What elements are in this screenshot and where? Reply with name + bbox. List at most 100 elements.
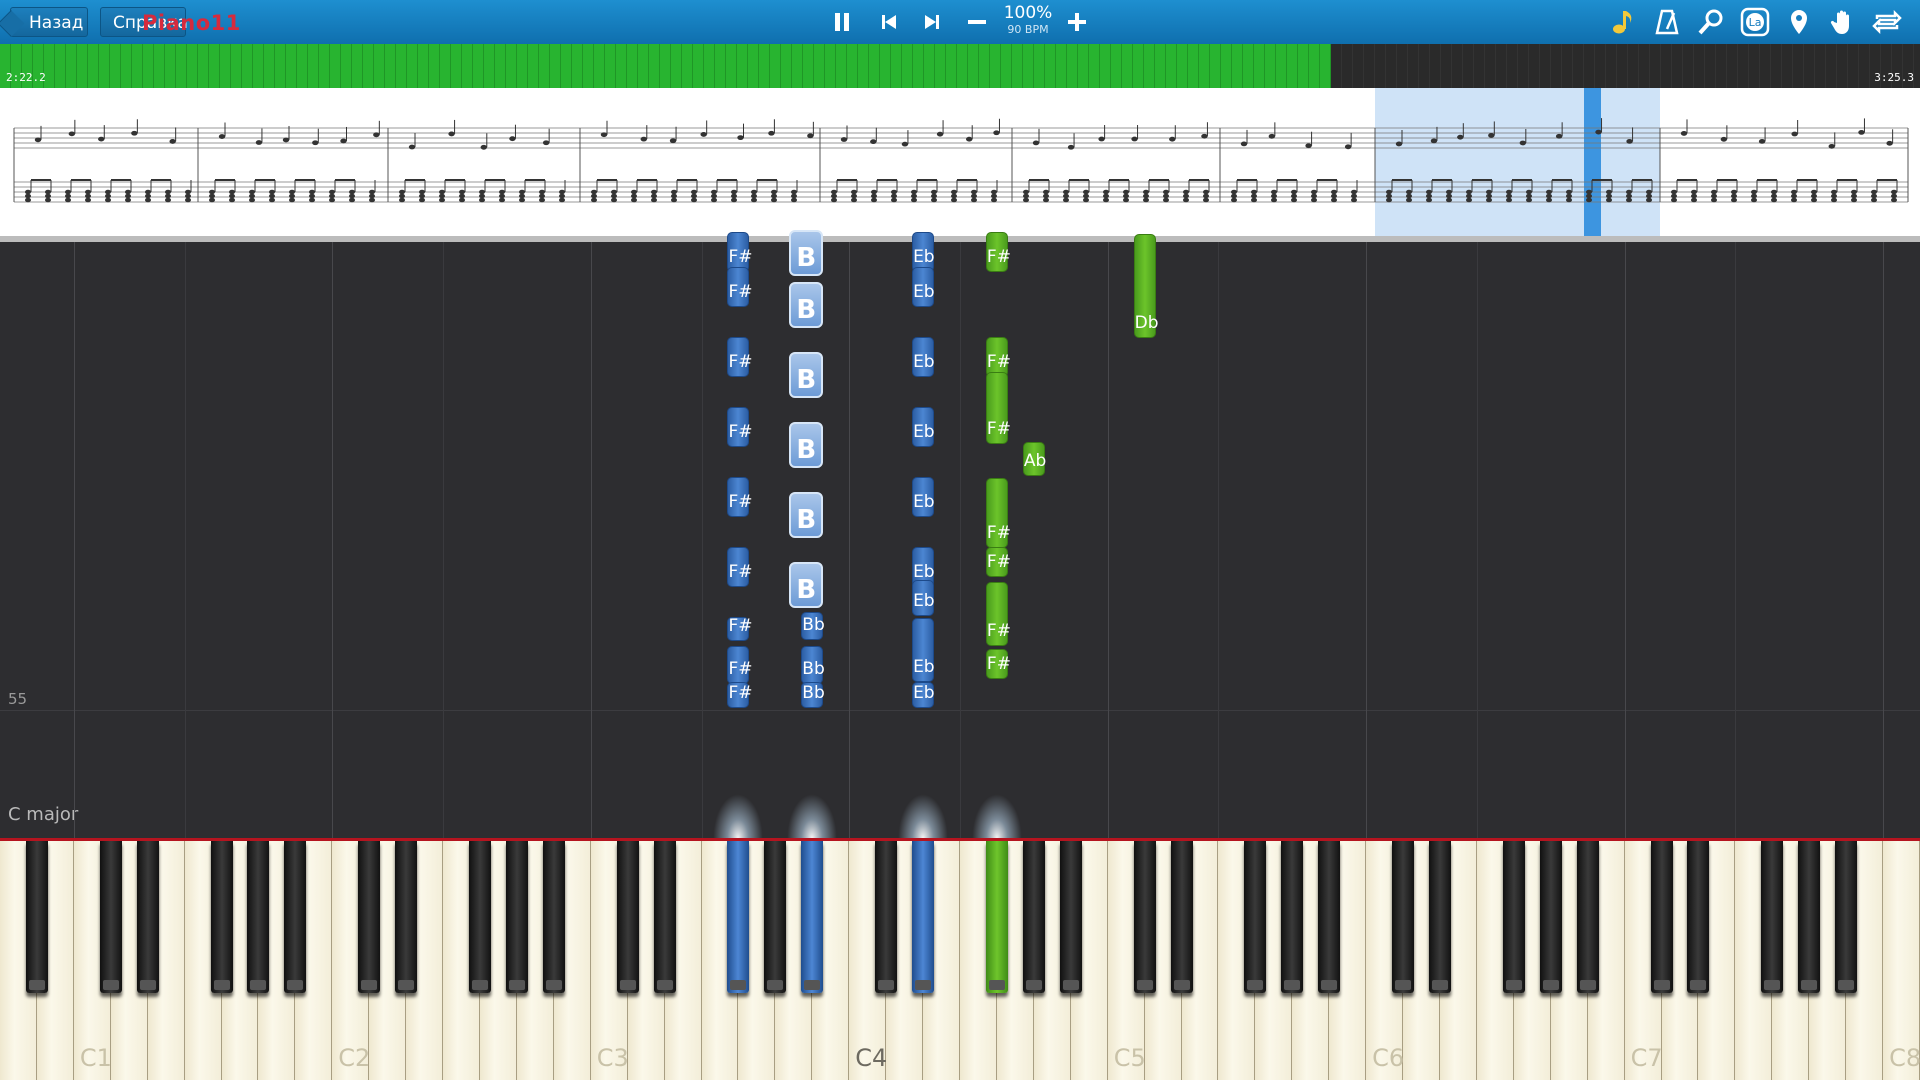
sheet-note-head (399, 197, 405, 203)
sheet-note-head (1311, 193, 1317, 199)
sheet-note-head (1103, 197, 1109, 203)
sheet-note-head (125, 189, 131, 195)
pause-icon[interactable] (829, 9, 855, 35)
falling-note: Eb (912, 477, 935, 517)
falling-note-label: B (796, 365, 817, 395)
loop-icon[interactable] (1872, 7, 1902, 37)
sheet-note-head (951, 189, 957, 195)
black-key-db6[interactable] (1392, 841, 1415, 993)
black-key-ab1[interactable] (247, 841, 270, 993)
black-key-f-sharp3[interactable] (727, 841, 750, 993)
sheet-note-head (459, 193, 465, 199)
falling-note: Eb (912, 580, 935, 616)
sheet-note-head (911, 193, 917, 199)
la-icon[interactable]: La (1740, 7, 1770, 37)
sheet-note-head (1646, 197, 1652, 203)
falling-note: F# (727, 682, 752, 708)
skip-forward-icon[interactable] (919, 9, 945, 35)
black-key-eb5[interactable] (1170, 841, 1193, 993)
black-key-bb7[interactable] (1835, 841, 1858, 993)
black-key-f-sharp4[interactable] (985, 841, 1008, 993)
roll-grid-line (590, 242, 592, 838)
black-key-bb2[interactable] (542, 841, 565, 993)
black-key-ab3[interactable] (764, 841, 787, 993)
black-key-bb6[interactable] (1576, 841, 1599, 993)
sheet-note-head (891, 193, 897, 199)
black-key-eb1[interactable] (136, 841, 159, 993)
black-key-db4[interactable] (875, 841, 898, 993)
black-key-ab5[interactable] (1281, 841, 1304, 993)
sheet-note-head (34, 137, 42, 143)
black-key-db2[interactable] (358, 841, 381, 993)
black-key-db7[interactable] (1650, 841, 1673, 993)
black-key-f-sharp5[interactable] (1244, 841, 1267, 993)
sheet-note-head (691, 189, 697, 195)
sheet-note-head (1032, 140, 1040, 146)
sheet-music-strip[interactable] (0, 88, 1920, 242)
skip-back-icon[interactable] (876, 9, 902, 35)
sheet-note-head (399, 189, 405, 195)
sheet-note-head (1083, 189, 1089, 195)
song-progress-bar[interactable]: 2:22.2 3:25.3 (0, 44, 1920, 88)
black-key-eb3[interactable] (653, 841, 676, 993)
sheet-note-head (1711, 193, 1717, 199)
falling-note-label: F# (728, 352, 753, 372)
black-key-db1[interactable] (99, 841, 122, 993)
black-key-ab4[interactable] (1022, 841, 1045, 993)
sheet-note-head (1871, 197, 1877, 203)
note-icon[interactable] (1608, 7, 1638, 37)
sheet-note-head (700, 132, 707, 137)
zoom-out-minus-icon[interactable] (964, 9, 990, 35)
black-key-db5[interactable] (1133, 841, 1156, 993)
octave-label: C8 (1889, 1044, 1920, 1072)
sheet-note-head (499, 193, 505, 199)
back-button[interactable]: Назад (10, 7, 88, 37)
black-key-f-sharp2[interactable] (469, 841, 491, 993)
black-key-ab2[interactable] (505, 841, 528, 993)
black-key-f-sharp7[interactable] (1761, 841, 1784, 993)
metronome-icon[interactable] (1652, 7, 1682, 37)
black-key-ab7[interactable] (1798, 841, 1821, 993)
location-pin-icon[interactable] (1784, 7, 1814, 37)
roll-grid-line (1624, 242, 1626, 838)
black-key-bb1[interactable] (284, 841, 307, 993)
hand-icon[interactable] (1828, 7, 1858, 37)
sheet-note-head (373, 132, 380, 138)
sheet-note-head (1606, 197, 1612, 203)
black-key-eb7[interactable] (1687, 841, 1710, 993)
black-key-eb6[interactable] (1429, 841, 1451, 993)
black-key-eb2[interactable] (395, 841, 418, 993)
sheet-note-head (1791, 193, 1797, 199)
black-key-bb4[interactable] (1059, 841, 1082, 993)
sheet-note-head (559, 193, 565, 199)
sheet-note-head (711, 193, 717, 199)
sheet-note-head (1466, 193, 1472, 199)
sheet-note-head (1626, 189, 1632, 195)
sheet-note-head (1426, 193, 1432, 199)
black-key-f-sharp1[interactable] (210, 841, 233, 993)
black-key-bb3[interactable] (801, 841, 824, 993)
sheet-note-head (439, 193, 445, 199)
black-key-bb5[interactable] (1318, 841, 1341, 993)
sheet-note-head (329, 193, 335, 199)
sheet-note-head (1691, 189, 1697, 195)
sheet-note-head (1546, 189, 1552, 195)
black-key-f-sharp6[interactable] (1502, 841, 1525, 993)
zoom-in-plus-icon[interactable] (1064, 9, 1090, 35)
sheet-note-head (1163, 197, 1169, 203)
sheet-note-head (419, 193, 425, 199)
sheet-note-head (1791, 189, 1797, 195)
black-key-eb4[interactable] (912, 841, 935, 993)
falling-note-label: Db (1134, 313, 1159, 333)
sheet-note-head (1811, 189, 1817, 195)
sheet-note-head (1457, 134, 1464, 140)
sheet-note-head (1526, 193, 1532, 199)
magnifier-icon[interactable] (1696, 7, 1726, 37)
black-key-bb0[interactable] (25, 841, 48, 993)
black-key-ab6[interactable] (1539, 841, 1562, 993)
sheet-note-head (68, 131, 76, 137)
falling-note: B (789, 230, 824, 276)
black-key-db3[interactable] (616, 841, 639, 993)
octave-label: C7 (1630, 1044, 1663, 1072)
piano-keyboard[interactable]: C1 C2 C3 C4 C5 C6 C7 C8 (0, 838, 1920, 1080)
